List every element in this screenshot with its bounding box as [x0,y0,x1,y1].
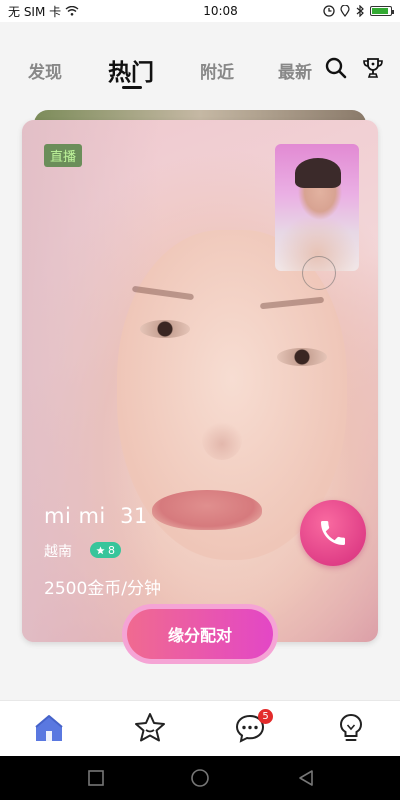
status-right [323,5,394,17]
star-icon [96,545,105,554]
profile-name-text: mi mi [44,504,106,528]
lightbulb-icon[interactable] [334,711,368,745]
location-icon [340,5,350,17]
photo-eye-left [140,320,190,338]
top-nav: 发现 热门 附近 最新 [0,22,400,110]
trophy-icon[interactable] [361,56,385,80]
match-button-label: 缘分配对 [127,609,273,659]
search-icon[interactable] [324,56,348,80]
status-bar: 无 SIM 卡 10:08 [0,0,400,22]
battery-icon [370,6,394,16]
call-button[interactable] [300,500,366,566]
home-button-icon[interactable] [190,768,210,788]
carrier-text: 无 SIM 卡 [8,4,62,19]
star-face-icon[interactable] [133,711,167,745]
preview-hair [295,158,341,188]
profile-country: 越南 [44,544,72,560]
profile-name: mi mi 31 [44,504,148,528]
level-value: 8 [108,543,115,557]
profile-age: 31 [120,504,148,528]
photo-eye-right [277,348,327,366]
system-nav-bar [0,756,400,800]
match-button[interactable]: 缘分配对 [122,604,278,664]
wifi-icon [65,6,79,16]
level-badge: 8 [90,542,121,558]
back-icon[interactable] [296,768,316,788]
photo-nose [202,420,242,460]
bluetooth-icon [356,5,364,17]
tab-discover[interactable]: 发现 [28,58,62,83]
recent-apps-icon[interactable] [86,768,106,788]
tab-nearby[interactable]: 附近 [200,58,234,83]
tab-newest[interactable]: 最新 [278,58,312,83]
profile-price: 2500金币/分钟 [44,579,161,599]
active-tab-indicator [122,86,142,89]
bottom-tab-bar: 5 [0,700,400,756]
photo-lips [152,490,262,530]
preview-thumbnail[interactable] [275,144,359,271]
preview-ring [302,256,336,290]
alarm-icon [323,5,335,17]
clock: 10:08 [203,4,238,18]
profile-card[interactable]: 直播 mi mi 31 越南 8 2500金币/分钟 [22,120,378,642]
home-icon[interactable] [32,711,66,745]
live-badge: 直播 [44,144,83,167]
phone-icon [321,521,345,545]
tab-popular[interactable]: 热门 [108,53,154,87]
message-count-badge: 5 [258,709,273,724]
